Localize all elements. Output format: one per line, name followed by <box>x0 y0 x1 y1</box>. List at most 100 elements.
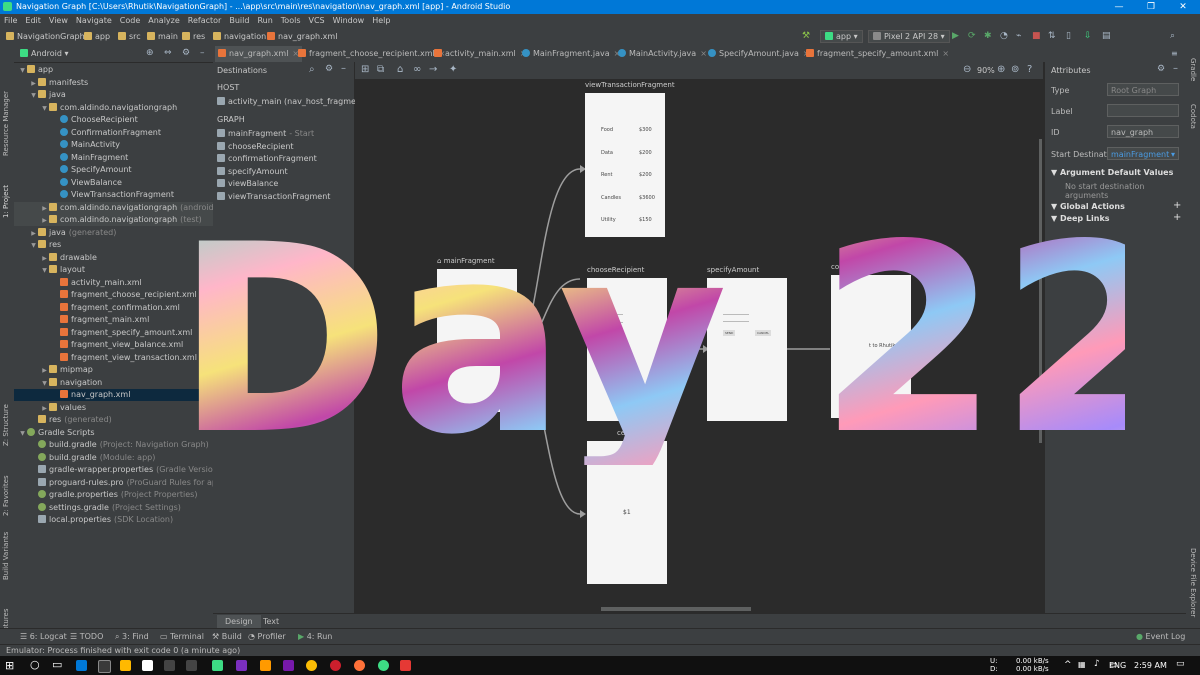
tree-item[interactable]: build.gradle (Project: Navigation Graph) <box>14 439 228 451</box>
tree-item[interactable]: gradle.properties (Project Properties) <box>14 489 228 501</box>
argument-section[interactable]: ▼ Argument Default Values <box>1051 168 1173 177</box>
tree-item[interactable]: ▼ app <box>14 64 217 76</box>
sdk-manager-icon[interactable]: ⇩ <box>1084 31 1092 42</box>
task-view-icon[interactable]: ▭ <box>52 658 62 671</box>
onenote-icon[interactable] <box>283 660 294 671</box>
tree-item[interactable]: ▶ java (generated) <box>14 227 228 239</box>
auto-arrange-icon[interactable]: ✦ <box>449 64 457 75</box>
store-icon[interactable] <box>142 660 153 671</box>
close-button[interactable]: ✕ <box>1168 1 1198 13</box>
start-destination-dropdown[interactable]: mainFragment ▾ <box>1107 147 1179 160</box>
menu-navigate[interactable]: Navigate <box>72 14 116 25</box>
confirmation-fragment[interactable]: t to Rhutik <box>831 275 911 418</box>
breadcrumb-item[interactable]: NavigationGraph <box>6 32 85 41</box>
menu-analyze[interactable]: Analyze <box>144 14 184 25</box>
destination-item[interactable]: viewBalance <box>217 178 358 190</box>
tree-item[interactable]: ▼ res <box>14 239 228 251</box>
volume-icon[interactable]: ♪ <box>1094 659 1100 669</box>
gear-icon[interactable]: ⚙ <box>325 64 333 74</box>
tab-main-fragment-java[interactable]: MainFragment.java × <box>519 46 623 62</box>
layout-inspector-icon[interactable]: ▤ <box>1102 31 1111 42</box>
notification-icon[interactable]: ▭ <box>1176 659 1185 669</box>
chevron-up-icon[interactable]: ^ <box>1064 660 1072 670</box>
structure-tab[interactable]: Z: Structure <box>2 404 10 446</box>
tree-item[interactable]: ▼ Gradle Scripts <box>14 427 217 439</box>
tree-item[interactable]: local.properties (SDK Location) <box>14 514 228 526</box>
zoom-in-icon[interactable]: ⊕ <box>997 64 1005 75</box>
apply-changes-icon[interactable]: ⟳ <box>968 31 976 42</box>
tree-item[interactable]: ▶ manifests <box>14 77 228 89</box>
breadcrumb-item[interactable]: src <box>118 32 141 41</box>
action-icon[interactable]: → <box>429 64 437 75</box>
edge-icon[interactable] <box>76 660 87 671</box>
tab-fragment-choose-recipient[interactable]: fragment_choose_recipient.xml × <box>295 46 448 62</box>
tree-item[interactable]: ▼ navigation <box>14 377 239 389</box>
tree-item[interactable]: ▶ mipmap <box>14 364 239 376</box>
chevron-right-icon[interactable]: ▶ <box>29 228 38 240</box>
destination-item[interactable]: mainFragment - Start <box>217 128 358 140</box>
breadcrumb-item[interactable]: res <box>182 32 205 41</box>
folder-icon[interactable] <box>120 660 131 671</box>
menu-tools[interactable]: Tools <box>277 14 305 25</box>
tab-activity-main[interactable]: activity_main.xml× <box>431 46 529 62</box>
breadcrumb-item[interactable]: nav_graph.xml <box>267 32 337 41</box>
network-icon[interactable]: ▦ <box>1078 660 1086 669</box>
gradle-tab[interactable]: Gradle <box>1189 58 1197 81</box>
add-global-action-icon[interactable]: + <box>1173 200 1181 211</box>
chevron-down-icon[interactable]: ▼ <box>18 428 27 440</box>
destination-item[interactable]: specifyAmount <box>217 166 358 178</box>
menu-build[interactable]: Build <box>225 14 253 25</box>
chevron-right-icon[interactable]: ▶ <box>40 203 49 215</box>
device-file-explorer-tab[interactable]: Device File Explorer <box>1189 548 1197 617</box>
logcat-tab[interactable]: ☰ 6: Logcat <box>20 632 67 641</box>
stop-icon[interactable]: ■ <box>1032 31 1041 42</box>
breadcrumb-item[interactable]: main <box>147 32 178 41</box>
tree-item[interactable]: settings.gradle (Project Settings) <box>14 502 228 514</box>
clock[interactable]: 2:59 AM <box>1134 661 1167 670</box>
hide-panel-icon[interactable]: – <box>200 48 205 58</box>
hide-panel-icon[interactable]: – <box>341 63 346 74</box>
gear-icon[interactable]: ⚙ <box>1157 64 1165 74</box>
terminal-icon[interactable] <box>164 660 175 671</box>
view-balance-fragment[interactable]: $1 <box>587 441 667 584</box>
destination-item[interactable]: chooseRecipient <box>217 141 358 153</box>
deep-links-section[interactable]: ▼ Deep Links <box>1051 214 1110 223</box>
chevron-down-icon[interactable]: ▼ <box>18 65 27 77</box>
file-explorer-icon[interactable] <box>98 660 111 673</box>
tree-item[interactable]: proguard-rules.pro (ProGuard Rules for ap… <box>14 477 228 489</box>
opera-icon[interactable] <box>330 660 341 671</box>
type-field[interactable]: Root Graph <box>1107 83 1179 96</box>
id-field[interactable]: nav_graph <box>1107 125 1179 138</box>
menu-window[interactable]: Window <box>329 14 369 25</box>
project-tab[interactable]: 1: Project <box>2 185 10 218</box>
menu-edit[interactable]: Edit <box>21 14 45 25</box>
chevron-down-icon[interactable]: ▼ <box>40 103 49 115</box>
tree-item[interactable]: ▶ com.aldindo.navigationgraph (test) <box>14 214 239 226</box>
zoom-to-fit-icon[interactable]: ⊚ <box>1011 64 1019 75</box>
tree-item[interactable]: ▼ java <box>14 89 228 101</box>
menu-run[interactable]: Run <box>253 14 276 25</box>
tab-menu-icon[interactable]: ≡ <box>1171 49 1178 58</box>
sync-scroll-icon[interactable]: ⊕ <box>146 48 154 58</box>
breadcrumb-item[interactable]: app <box>84 32 110 41</box>
destination-item[interactable]: confirmationFragment <box>217 153 358 165</box>
acrobat-icon[interactable] <box>400 660 411 671</box>
chevron-down-icon[interactable]: ▼ <box>29 90 38 102</box>
chevron-right-icon[interactable]: ▶ <box>40 253 49 265</box>
global-actions-section[interactable]: ▼ Global Actions <box>1051 202 1125 211</box>
codota-tab[interactable]: Codota <box>1189 104 1197 129</box>
language-indicator[interactable]: ENG <box>1109 661 1126 670</box>
tree-item[interactable]: build.gradle (Module: app) <box>14 452 228 464</box>
chrome-icon[interactable] <box>306 660 317 671</box>
tree-item[interactable]: res (generated) <box>14 414 228 426</box>
build-variants-tab[interactable]: Build Variants <box>2 532 10 580</box>
project-view-selector[interactable]: Android ▾ <box>20 49 69 58</box>
run-tab[interactable]: ▶ 4: Run <box>298 632 332 641</box>
zoom-out-icon[interactable]: ⊖ <box>963 64 971 75</box>
close-tab-icon[interactable]: × <box>942 49 949 58</box>
home-icon[interactable]: ⌂ <box>397 64 403 75</box>
tab-specify-amount-java[interactable]: SpecifyAmount.java× <box>705 46 813 62</box>
menu-help[interactable]: Help <box>368 14 394 25</box>
chevron-down-icon[interactable]: ▼ <box>40 265 49 277</box>
illustrator-icon[interactable] <box>260 660 271 671</box>
